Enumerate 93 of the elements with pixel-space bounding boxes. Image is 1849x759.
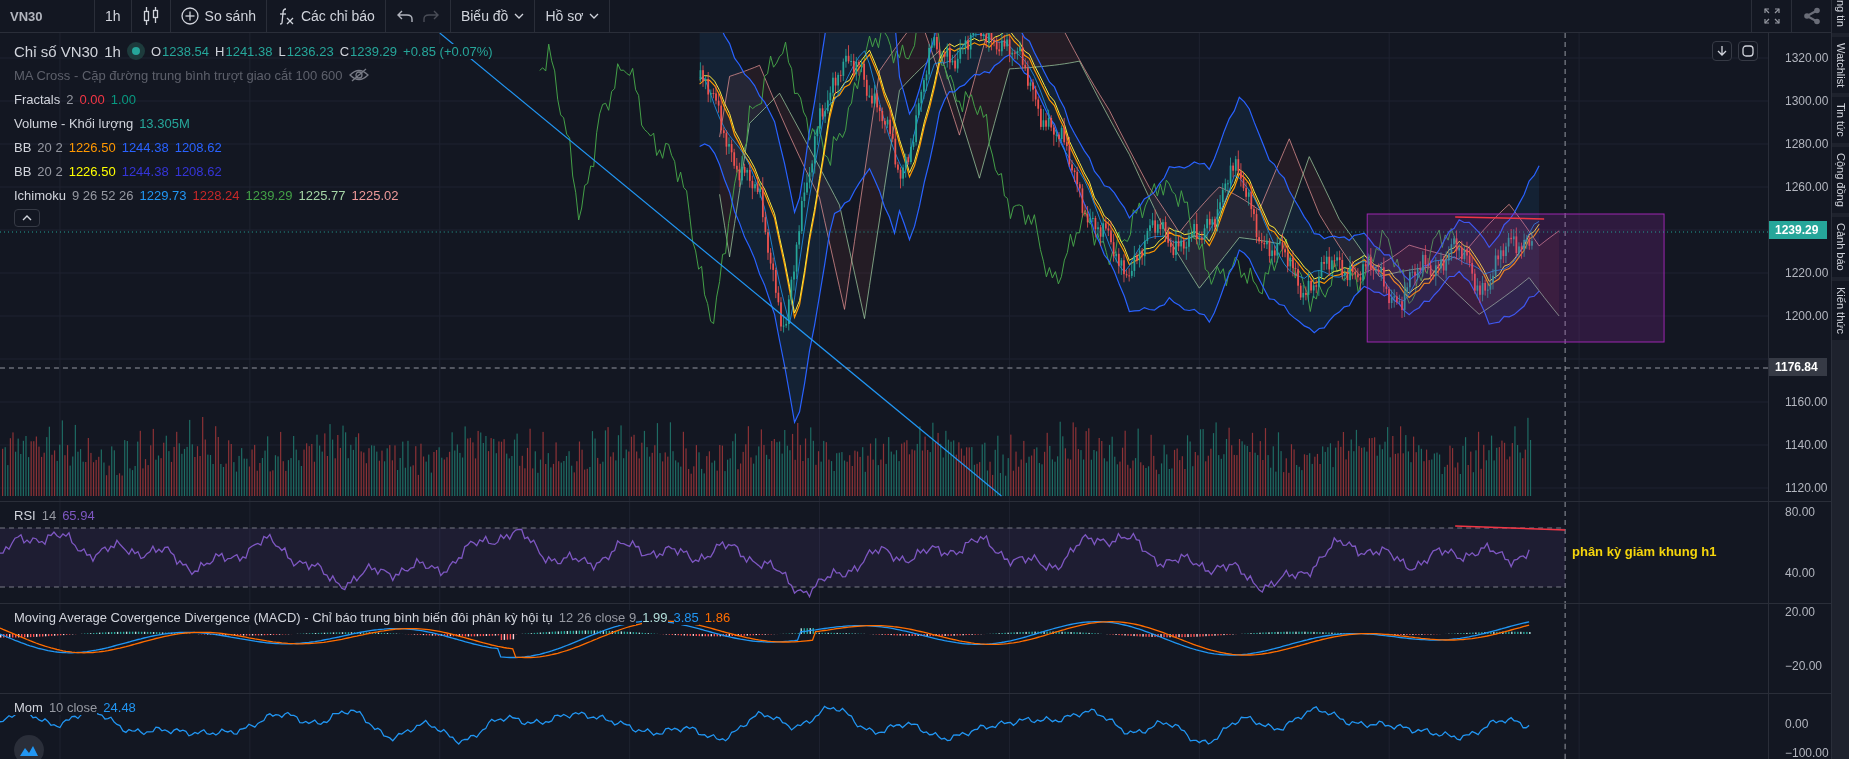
indicator-value: 1239.29	[245, 187, 293, 203]
indicator-params: 2	[66, 91, 74, 107]
redo-icon	[421, 9, 440, 23]
axis-label: 1120.00	[1785, 480, 1828, 495]
axis-label: 1160.00	[1785, 394, 1828, 409]
price-change: +0.85 (+0.07%)	[403, 43, 493, 59]
axis-label: 40.00	[1785, 565, 1816, 580]
caret-up-icon	[22, 215, 32, 221]
compare-button[interactable]: So sánh	[170, 0, 267, 32]
collapse-button[interactable]	[14, 209, 40, 227]
indicator-value: 1225.02	[351, 187, 399, 203]
indicator-value: 1208.62	[174, 163, 222, 179]
sidebar-tab[interactable]: Cảnh báo	[1832, 216, 1849, 277]
indicator-value: 65.94	[62, 508, 95, 523]
last-price-label: 1239.29	[1769, 220, 1827, 239]
indicator-params: 9 26 52 26	[72, 187, 134, 203]
indicator-value: 1244.38	[121, 163, 169, 179]
ohlc-value: 1238.54	[162, 43, 210, 59]
sidebar-tab[interactable]: ng tin	[1832, 0, 1849, 33]
indicator-value: 1229.73	[139, 187, 187, 203]
indicator-params: 20 2	[37, 139, 63, 155]
indicator-value: 1.00	[110, 91, 137, 107]
indicator-name: Fractals	[14, 91, 61, 107]
indicator-params: 10 close	[48, 700, 98, 715]
reset-view-button[interactable]	[1738, 41, 1758, 61]
indicators-button[interactable]: Các chỉ báo	[266, 0, 386, 32]
indicator-value: 1.99	[642, 610, 668, 625]
indicator-params: 20 2	[37, 163, 63, 179]
share-icon	[1802, 7, 1821, 25]
market-status-icon	[126, 42, 145, 60]
eye-off-icon	[348, 68, 369, 82]
axis-label: 1200.00	[1785, 308, 1829, 323]
indicator-value: 1.86	[704, 610, 731, 625]
ohlc-value: 1236.23	[286, 43, 334, 59]
axis-label: 1140.00	[1785, 437, 1828, 452]
indicator-value: 1226.50	[68, 139, 116, 155]
indicator-value: 1226.50	[68, 163, 116, 179]
axis-label: −20.00	[1785, 659, 1823, 673]
indicator-value: 1225.77	[298, 187, 346, 203]
axis-label: 0.00	[1785, 716, 1809, 731]
expand-icon	[1762, 7, 1781, 25]
sidebar-tab[interactable]: Tin tức	[1832, 97, 1849, 143]
axis-label: 20.00	[1785, 605, 1816, 619]
indicator-name: Moving Average Covergence Divergence (MACD) - Chỉ báo trung bình biến đôi phân kỳ hội tụ	[14, 610, 553, 625]
axis-label: 1300.00	[1785, 93, 1829, 108]
axis-label: 1260.00	[1785, 179, 1829, 194]
candlestick-icon	[141, 6, 160, 26]
crosshair-price-label: 1176.84	[1769, 357, 1827, 376]
indicator-name: BB	[14, 163, 32, 179]
axis-label: 80.00	[1785, 504, 1816, 519]
indicator-value: 0.00	[79, 91, 105, 107]
indicator-name: RSI	[14, 508, 36, 523]
chart-annotation: phân kỳ giảm khung h1	[1572, 544, 1717, 559]
ohlc-value: 1239.29	[350, 43, 398, 59]
indicator-params: 14	[41, 508, 57, 523]
logo-button[interactable]	[14, 735, 44, 759]
sidebar-tab[interactable]: Watchlist	[1832, 36, 1849, 94]
indicator-name: BB	[14, 139, 32, 155]
caret-down-icon	[514, 13, 525, 19]
axis-label: 1220.00	[1785, 265, 1829, 280]
indicator-value: 1208.62	[174, 139, 222, 155]
ohlc-value: 1241.38	[225, 43, 273, 59]
indicator-value: 13.305M	[139, 115, 190, 131]
axis-label: 1280.00	[1785, 136, 1829, 151]
down-arrow-icon	[1717, 46, 1727, 56]
sidebar-tab[interactable]: Kiến thức	[1832, 280, 1849, 340]
indicator-value: 1228.24	[192, 187, 240, 203]
indicator-name: Ichimoku	[14, 187, 67, 203]
axis-label: −100.00	[1785, 745, 1829, 759]
ohlc-label: C	[339, 43, 350, 59]
indicator-name: MA Cross - Cặp đường trung bình trượt giao cắt 100 600	[14, 67, 343, 83]
indicator-name: Mom	[14, 700, 43, 715]
interval-button[interactable]: 1h	[95, 0, 132, 32]
undo-icon	[395, 9, 414, 23]
ohlc-label: O	[150, 43, 162, 59]
interval-label: 1h	[104, 42, 121, 60]
axis-label: 1320.00	[1785, 50, 1829, 65]
indicator-params: 12 26 close 9	[558, 610, 637, 625]
symbol-button[interactable]: VN30	[0, 0, 95, 32]
symbol-title: Chỉ số VN30	[14, 42, 99, 60]
indicator-value: 1244.38	[121, 139, 169, 155]
plus-circle-icon	[180, 7, 199, 25]
menu-button[interactable]: Hồ sơ	[535, 0, 611, 32]
sidebar-tab[interactable]: Cộng đồng	[1832, 147, 1849, 213]
ohlc-label: H	[215, 43, 225, 59]
indicator-value: 24.48	[103, 700, 136, 715]
menu-button[interactable]: Biểu đồ	[450, 0, 536, 32]
caret-down-icon	[589, 13, 600, 19]
scroll-down-button[interactable]	[1712, 41, 1732, 61]
indicator-value: 3.85	[673, 610, 699, 625]
indicator-name: Volume - Khối lượng	[14, 115, 134, 131]
rounded-square-icon	[1742, 45, 1754, 57]
ohlc-label: L	[278, 43, 286, 59]
